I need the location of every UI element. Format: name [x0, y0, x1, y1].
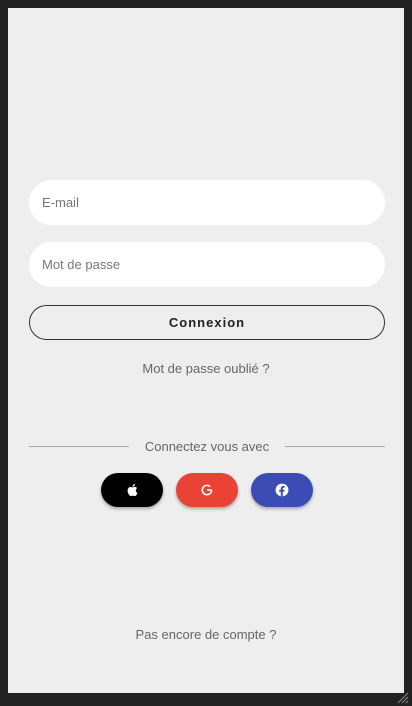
- signup-link[interactable]: Pas encore de compte ?: [8, 627, 404, 642]
- device-frame: Connexion Mot de passe oublié ? Connecte…: [0, 0, 412, 706]
- login-screen: Connexion Mot de passe oublié ? Connecte…: [8, 8, 404, 693]
- password-field[interactable]: [29, 242, 385, 287]
- google-icon: [201, 484, 213, 496]
- facebook-login-button[interactable]: [251, 473, 313, 507]
- social-login-label: Connectez vous avec: [144, 439, 270, 454]
- email-field[interactable]: [29, 180, 385, 225]
- login-button[interactable]: Connexion: [29, 305, 385, 340]
- forgot-password-link[interactable]: Mot de passe oublié ?: [8, 361, 404, 376]
- apple-icon: [127, 484, 138, 497]
- google-login-button[interactable]: [176, 473, 238, 507]
- facebook-icon: [275, 483, 289, 497]
- divider-line-right: [285, 446, 385, 447]
- resize-grip-icon[interactable]: [397, 692, 409, 704]
- divider-line-left: [29, 446, 129, 447]
- apple-login-button[interactable]: [101, 473, 163, 507]
